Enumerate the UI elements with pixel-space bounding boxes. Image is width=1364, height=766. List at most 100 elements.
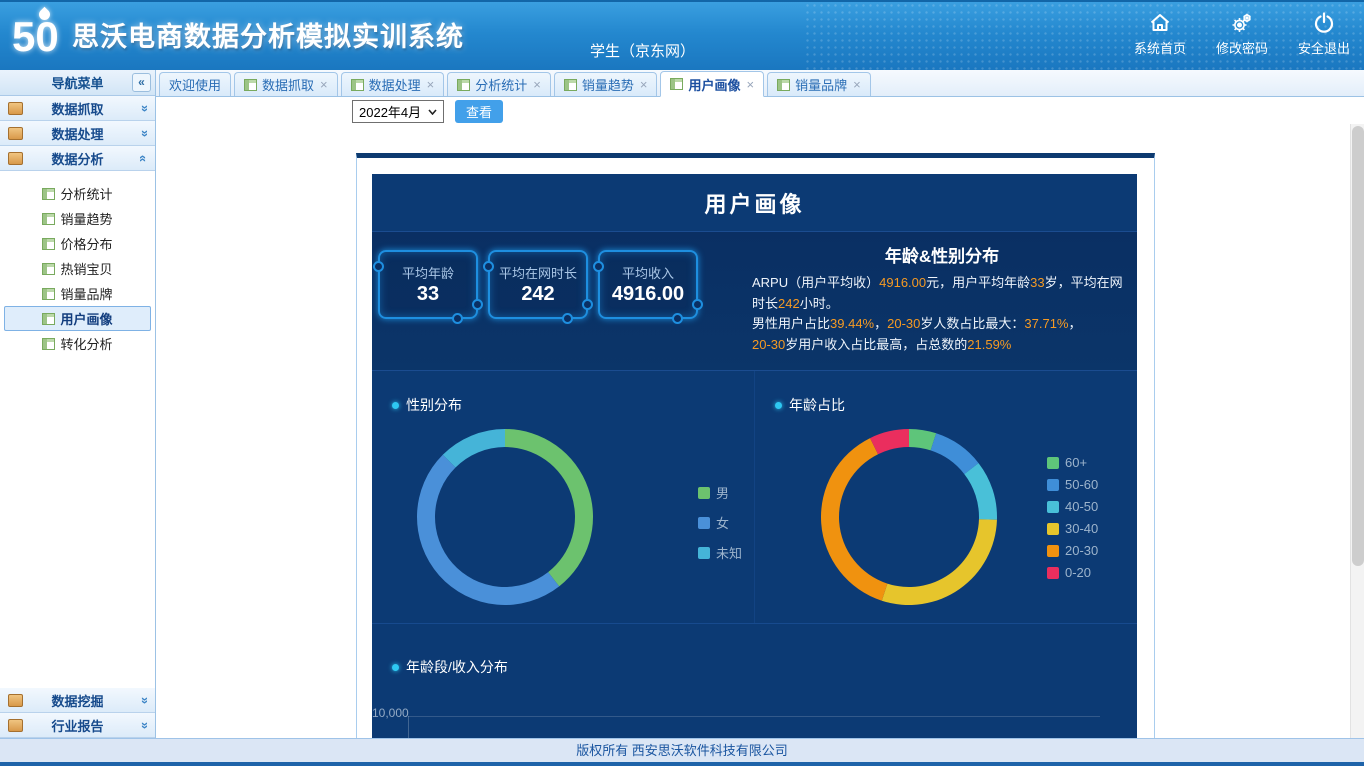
donut-slice <box>417 455 559 605</box>
tab-close-icon[interactable]: × <box>427 77 435 92</box>
legend-item[interactable]: 0-20 <box>1047 565 1098 580</box>
sidebar-group[interactable]: 数据抓取 « <box>0 96 155 121</box>
donut-slice <box>443 429 505 468</box>
logout-button[interactable]: 安全退出 <box>1298 11 1350 57</box>
tab-item[interactable]: 数据处理 × <box>341 72 445 96</box>
change-password-button[interactable]: 修改密码 <box>1216 11 1268 57</box>
legend-item[interactable]: 20-30 <box>1047 543 1098 558</box>
month-select[interactable]: 2022年4月 <box>352 100 444 123</box>
user-portrait-dashboard: 用户画像 平均年龄33平均在网时长242平均收入4916.00 年龄&性别分布 … <box>372 174 1137 763</box>
sidebar-group[interactable]: 行业报告« <box>0 713 155 738</box>
sidebar-title: 导航菜单 <box>51 73 103 92</box>
sidebar-group-label: 数据处理 <box>51 124 103 143</box>
legend-item[interactable]: 60+ <box>1047 455 1098 470</box>
age-donut-chart <box>814 422 1004 612</box>
tab-label: 用户画像 <box>688 75 740 94</box>
tab-close-icon[interactable]: × <box>533 77 541 92</box>
folder-icon <box>8 694 23 707</box>
sheet-icon <box>244 79 257 91</box>
tab-item[interactable]: 数据抓取× <box>234 72 338 96</box>
main-area: 欢迎使用数据抓取×数据处理×分析统计×销量趋势×用户画像×销量品牌× 2022年… <box>156 70 1364 738</box>
sidebar-group[interactable]: 数据分析« <box>0 146 155 171</box>
gender-chart-title-row: 性别分布 <box>392 395 462 415</box>
sidebar-item[interactable]: 热销宝贝 <box>4 256 151 281</box>
sidebar-item-label: 转化分析 <box>60 334 112 353</box>
stat-card: 平均收入4916.00 <box>598 250 698 319</box>
vertical-scrollbar[interactable] <box>1350 124 1364 738</box>
tab-label: 销量趋势 <box>582 75 634 94</box>
sidebar-group-label: 数据抓取 <box>51 99 103 118</box>
footer-accent-strip <box>0 762 1364 766</box>
stat-card-label: 平均在网时长 <box>490 263 586 282</box>
donut-slice <box>931 433 979 474</box>
home-button[interactable]: 系统首页 <box>1134 11 1186 57</box>
sidebar-item[interactable]: 分析统计 <box>4 181 151 206</box>
legend-item[interactable]: 男 <box>698 483 742 502</box>
tab-item[interactable]: 销量品牌× <box>767 72 871 96</box>
tab-item[interactable]: 用户画像 × <box>660 71 764 97</box>
app-logo: 50 <box>12 8 68 66</box>
age-chart-panel: 年龄占比 60+50-6040-5030-4020-300-20 <box>754 371 1137 623</box>
card-notch <box>692 299 703 310</box>
stat-card-label: 平均年龄 <box>380 263 476 282</box>
gender-chart-title: 性别分布 <box>406 395 462 415</box>
legend-label: 0-20 <box>1065 565 1091 580</box>
tab-label: 数据处理 <box>369 75 421 94</box>
sheet-icon <box>42 313 55 325</box>
sidebar-item[interactable]: 转化分析 <box>4 331 151 356</box>
dashboard-title: 用户画像 <box>372 174 1137 231</box>
sidebar-group[interactable]: 数据处理« <box>0 121 155 146</box>
sidebar-item[interactable]: 用户画像 <box>4 306 151 331</box>
legend-swatch <box>698 547 710 559</box>
legend-item[interactable]: 30-40 <box>1047 521 1098 536</box>
sheet-icon <box>42 288 55 300</box>
legend-label: 女 <box>716 513 729 532</box>
tab-close-icon[interactable]: × <box>640 77 648 92</box>
folder-icon <box>8 719 23 732</box>
sidebar-group[interactable]: 数据挖掘« <box>0 688 155 713</box>
gears-icon <box>1230 11 1254 35</box>
stat-card: 平均年龄33 <box>378 250 478 319</box>
sidebar: 导航菜单 « 数据抓取«数据处理«数据分析« 分析统计销量趋势价格分布热销宝贝销… <box>0 70 156 738</box>
legend-item[interactable]: 女 <box>698 513 742 532</box>
donut-slice <box>964 463 997 520</box>
tab-close-icon[interactable]: × <box>320 77 328 92</box>
folder-icon <box>8 102 23 115</box>
app-title: 思沃电商数据分析模拟实训系统 <box>72 15 464 54</box>
scrollbar-thumb[interactable] <box>1352 126 1364 566</box>
summary-highlight: 33 <box>1030 275 1044 290</box>
sidebar-item[interactable]: 价格分布 <box>4 231 151 256</box>
summary-text: ARPU（用户平均收）4916.00元，用户平均年龄33岁，平均在网时长242小… <box>752 273 1132 355</box>
stat-card-value: 242 <box>490 283 586 306</box>
chevron-down-icon: « <box>136 721 151 728</box>
card-notch <box>373 261 384 272</box>
legend-label: 50-60 <box>1065 477 1098 492</box>
power-icon <box>1312 11 1336 35</box>
summary-segment: 男性用户占比 <box>752 316 830 331</box>
view-button[interactable]: 查看 <box>455 100 503 123</box>
tab-item[interactable]: 欢迎使用 <box>159 72 231 96</box>
collapse-sidebar-button[interactable]: « <box>132 73 151 92</box>
sidebar-item[interactable]: 销量趋势 <box>4 206 151 231</box>
bullet-dot-icon <box>392 664 399 671</box>
sidebar-item-label: 价格分布 <box>60 234 112 253</box>
summary-highlight: 37.71% <box>1024 316 1068 331</box>
gender-chart-panel: 性别分布 男女未知 <box>372 371 754 623</box>
month-select-value: 2022年4月 <box>359 102 421 121</box>
sidebar-item[interactable]: 销量品牌 <box>4 281 151 306</box>
stat-card-value: 4916.00 <box>600 283 696 306</box>
tab-item[interactable]: 销量趋势 × <box>554 72 658 96</box>
legend-item[interactable]: 40-50 <box>1047 499 1098 514</box>
tab-close-icon[interactable]: × <box>746 77 754 92</box>
sidebar-groups-bottom: 数据挖掘«行业报告« <box>0 688 155 738</box>
tab-item[interactable]: 分析统计 × <box>447 72 551 96</box>
legend-item[interactable]: 未知 <box>698 543 742 562</box>
legend-swatch <box>1047 545 1059 557</box>
chevron-down-icon: « <box>136 104 151 111</box>
legend-item[interactable]: 50-60 <box>1047 477 1098 492</box>
chevron-down-icon: « <box>136 696 151 703</box>
tab-label: 分析统计 <box>475 75 527 94</box>
stat-card-label: 平均收入 <box>600 263 696 282</box>
tab-close-icon[interactable]: × <box>853 77 861 92</box>
folder-icon <box>8 152 23 165</box>
